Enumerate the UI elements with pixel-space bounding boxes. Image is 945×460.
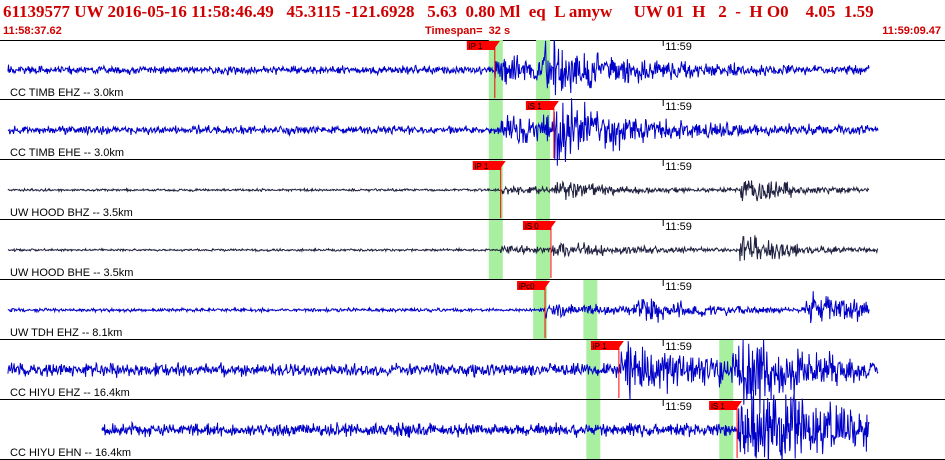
- minute-tick-label: 11:59: [665, 401, 692, 413]
- channel-label: UW HOOD BHZ -- 3.5km: [10, 207, 133, 219]
- trace-panel[interactable]: 11:59 iP 1 CC TIMB EHZ -- 3.0km 11:59 iS 1 CC…: [0, 40, 945, 460]
- minute-tick-label: 11:59: [665, 101, 692, 113]
- waveform-trace[interactable]: [101, 389, 870, 460]
- pick-flag-tip: [553, 101, 559, 108]
- waveform-trace[interactable]: [7, 235, 878, 262]
- waveform-trace[interactable]: [7, 291, 870, 324]
- minute-tick-label: 11:59: [665, 221, 692, 233]
- minute-tick-label: 11:59: [665, 281, 692, 293]
- waveform-trace[interactable]: [7, 98, 879, 166]
- waveform-trace[interactable]: [7, 339, 879, 414]
- minute-tick-label: 11:59: [665, 341, 692, 353]
- minute-tick-label: 11:59: [665, 41, 692, 53]
- pick-label: iP 1: [475, 162, 489, 171]
- channel-label: UW HOOD BHE -- 3.5km: [10, 267, 133, 279]
- window-start-time: 11:58:37.62: [3, 25, 62, 37]
- timespan-label: Timespan= 32 s: [425, 25, 511, 37]
- channel-label: CC TIMB EHZ -- 3.0km: [10, 87, 123, 99]
- minute-tick-label: 11:59: [665, 161, 692, 173]
- pick-label: iS 0: [525, 222, 539, 231]
- pick-label: iS 1: [528, 102, 542, 111]
- pick-flag-tip: [618, 341, 624, 348]
- waveform-trace[interactable]: [7, 40, 870, 96]
- event-header: 61139577 UW 2016-05-16 11:58:46.49 45.31…: [0, 0, 945, 41]
- channel-label: CC HIYU EHN -- 16.4km: [10, 447, 131, 459]
- pick-flag-tip: [500, 161, 506, 168]
- waveform-trace[interactable]: [7, 180, 870, 202]
- event-summary-line: 61139577 UW 2016-05-16 11:58:46.49 45.31…: [3, 2, 874, 21]
- pick-label: iS 1: [711, 402, 725, 411]
- pick-label: iP 1: [593, 342, 607, 351]
- pick-label: iP 1: [469, 42, 483, 51]
- pick-flag-tip: [550, 221, 556, 228]
- pick-label: iPc0: [519, 282, 535, 291]
- seismogram-viewer: 61139577 UW 2016-05-16 11:58:46.49 45.31…: [0, 0, 945, 460]
- channel-label: CC TIMB EHE -- 3.0km: [10, 147, 124, 159]
- channel-label: CC HIYU EHZ -- 16.4km: [10, 387, 130, 399]
- window-end-time: 11:59:09.47: [882, 25, 941, 37]
- channel-label: UW TDH EHZ -- 8.1km: [10, 327, 122, 339]
